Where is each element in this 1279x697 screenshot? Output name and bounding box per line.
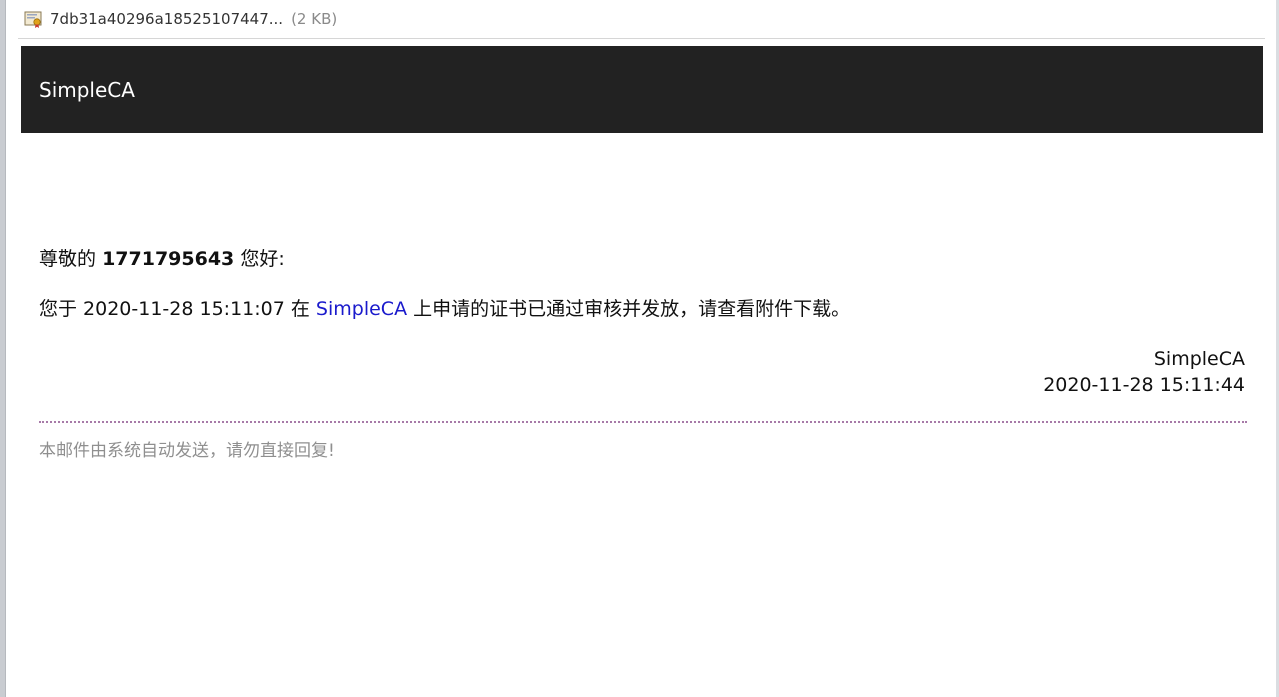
attachment-bar: 7db31a40296a18525107447... (2 KB) [18,0,1265,39]
attachment-size: (2 KB) [291,10,338,28]
certificate-file-icon[interactable] [24,9,44,29]
auto-send-notice: 本邮件由系统自动发送，请勿直接回复! [39,441,335,461]
greeting-prefix: 尊敬的 [39,248,97,270]
greeting-suffix: 您好: [240,248,285,270]
email-viewer: 7db31a40296a18525107447... (2 KB) Simple… [0,0,1279,697]
email-banner: SimpleCA [21,46,1263,133]
brand-title: SimpleCA [39,77,135,102]
left-pane-edge [0,0,6,697]
greeting-line: 尊敬的 1771795643 您好: [39,245,285,273]
message-suffix: 上申请的证书已通过审核并发放，请查看附件下载。 [413,298,851,320]
signature-block: SimpleCA 2020-11-28 15:11:44 [1043,346,1245,398]
attachment-name[interactable]: 7db31a40296a18525107447... [50,10,283,28]
signature-timestamp: 2020-11-28 15:11:44 [1043,374,1245,396]
signature-sender: SimpleCA [1153,348,1245,370]
user-id: 1771795643 [102,248,235,270]
footer-divider [39,421,1247,423]
message-prefix: 您于 2020-11-28 15:11:07 在 [39,298,310,320]
message-line: 您于 2020-11-28 15:11:07 在 SimpleCA 上申请的证书… [39,295,850,323]
simpleca-link[interactable]: SimpleCA [316,298,407,320]
